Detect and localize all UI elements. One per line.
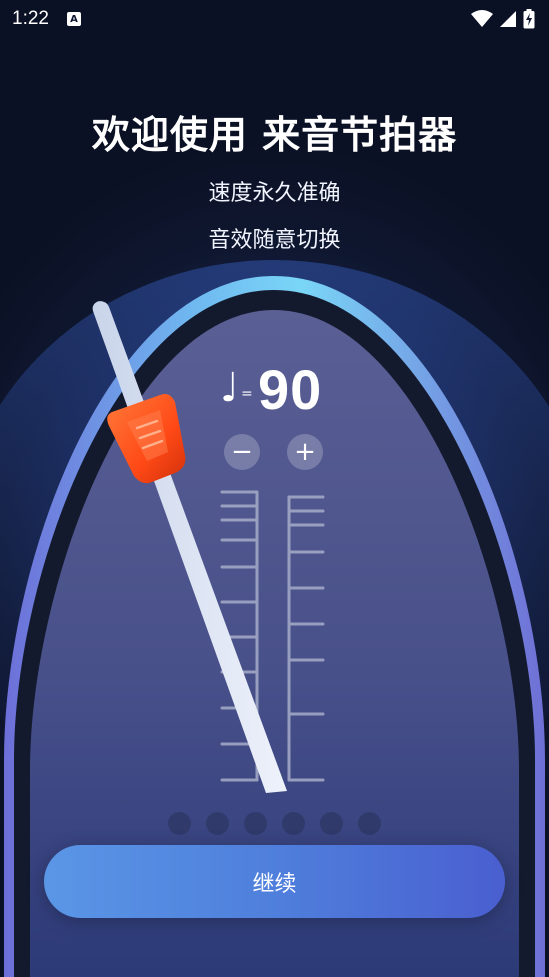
minus-icon: − xyxy=(231,437,253,467)
page-dot xyxy=(168,812,191,835)
wifi-icon xyxy=(471,10,493,27)
increase-tempo-button[interactable]: + xyxy=(287,434,323,470)
status-left: 1:22 A xyxy=(12,8,81,30)
page-dot xyxy=(358,812,381,835)
tempo-equals: = xyxy=(241,386,253,402)
cellular-signal-icon xyxy=(500,11,516,27)
page-indicator xyxy=(168,812,381,835)
status-bar: 1:22 A xyxy=(0,0,549,38)
status-time: 1:22 xyxy=(12,8,49,29)
battery-charging-icon xyxy=(523,9,535,29)
tempo-value: 90 xyxy=(258,358,323,421)
quarter-note-icon: ♩ xyxy=(220,365,239,411)
welcome-subtitle-sound: 音效随意切换 xyxy=(208,228,341,253)
page-dot xyxy=(282,812,305,835)
welcome-subtitle-speed: 速度永久准确 xyxy=(208,181,341,206)
welcome-title: 欢迎使用 来音节拍器 xyxy=(91,113,458,157)
page-dot xyxy=(206,812,229,835)
a-box-icon: A xyxy=(66,12,81,26)
decrease-tempo-button[interactable]: − xyxy=(224,434,260,470)
page-dot xyxy=(244,812,267,835)
continue-button[interactable]: 继续 xyxy=(44,845,505,918)
plus-icon: + xyxy=(294,437,316,467)
status-right xyxy=(471,9,535,29)
page-dot xyxy=(320,812,343,835)
